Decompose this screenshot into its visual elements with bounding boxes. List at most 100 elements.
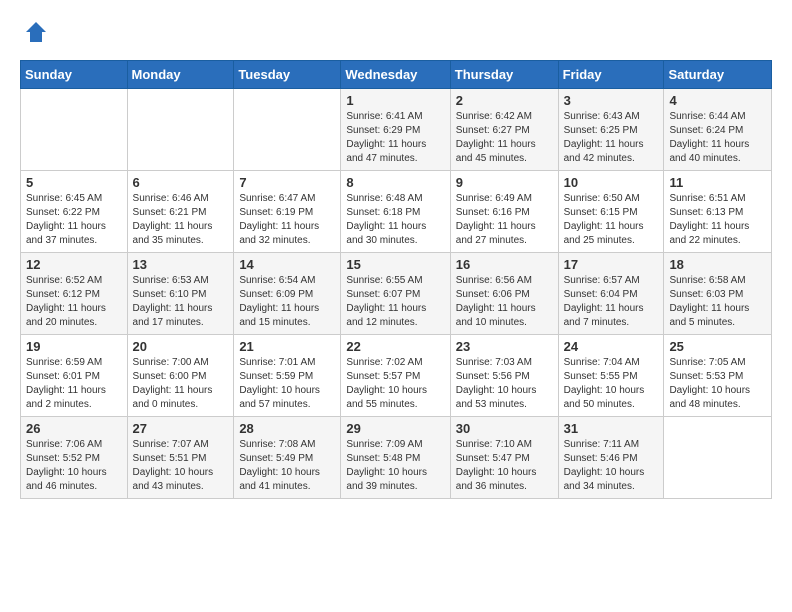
day-number: 14 — [239, 257, 335, 272]
day-info: Sunrise: 6:41 AM Sunset: 6:29 PM Dayligh… — [346, 110, 444, 166]
day-info: Sunrise: 7:09 AM Sunset: 5:48 PM Dayligh… — [346, 438, 444, 494]
day-number: 8 — [346, 175, 444, 190]
day-number: 1 — [346, 93, 444, 108]
calendar-cell: 19 Sunrise: 6:59 AM Sunset: 6:01 PM Dayli… — [21, 335, 128, 417]
calendar-cell — [234, 89, 341, 171]
day-number: 26 — [26, 421, 122, 436]
day-number: 28 — [239, 421, 335, 436]
calendar-cell: 8Sunrise: 6:48 AM Sunset: 6:18 PM Daylig… — [341, 171, 450, 253]
day-info: Sunrise: 6:44 AM Sunset: 6:24 PM Dayligh… — [669, 110, 766, 166]
day-number: 21 — [239, 339, 335, 354]
calendar-cell: 1 Sunrise: 6:41 AM Sunset: 6:29 PM Daylig… — [341, 89, 450, 171]
day-info: Sunrise: 6:55 AM Sunset: 6:07 PM Dayligh… — [346, 274, 444, 330]
day-number: 23 — [456, 339, 553, 354]
day-number: 20 — [133, 339, 229, 354]
logo — [20, 20, 48, 44]
calendar-cell: 29 Sunrise: 7:09 AM Sunset: 5:48 PM Dayli… — [341, 417, 450, 499]
day-number: 2 — [456, 93, 553, 108]
day-header-friday: Friday — [558, 61, 664, 89]
calendar-cell: 30 Sunrise: 7:10 AM Sunset: 5:47 PM Dayli… — [450, 417, 558, 499]
day-number: 17 — [564, 257, 659, 272]
calendar-cell: 13Sunrise: 6:53 AM Sunset: 6:10 PM Dayli… — [127, 253, 234, 335]
day-header-monday: Monday — [127, 61, 234, 89]
day-info: Sunrise: 6:53 AM Sunset: 6:10 PM Dayligh… — [133, 274, 229, 330]
calendar-cell: 7Sunrise: 6:47 AM Sunset: 6:19 PM Daylig… — [234, 171, 341, 253]
day-number: 15 — [346, 257, 444, 272]
day-info: Sunrise: 7:08 AM Sunset: 5:49 PM Dayligh… — [239, 438, 335, 494]
day-info: Sunrise: 6:49 AM Sunset: 6:16 PM Dayligh… — [456, 192, 553, 248]
calendar-cell: 5 Sunrise: 6:45 AM Sunset: 6:22 PM Daylig… — [21, 171, 128, 253]
day-info: Sunrise: 6:56 AM Sunset: 6:06 PM Dayligh… — [456, 274, 553, 330]
day-info: Sunrise: 7:01 AM Sunset: 5:59 PM Dayligh… — [239, 356, 335, 412]
day-header-thursday: Thursday — [450, 61, 558, 89]
calendar-cell — [127, 89, 234, 171]
day-info: Sunrise: 7:07 AM Sunset: 5:51 PM Dayligh… — [133, 438, 229, 494]
day-number: 11 — [669, 175, 766, 190]
day-info: Sunrise: 6:50 AM Sunset: 6:15 PM Dayligh… — [564, 192, 659, 248]
day-number: 31 — [564, 421, 659, 436]
calendar-cell — [664, 417, 772, 499]
calendar-cell: 14 Sunrise: 6:54 AM Sunset: 6:09 PM Dayli… — [234, 253, 341, 335]
calendar-cell: 12 Sunrise: 6:52 AM Sunset: 6:12 PM Dayli… — [21, 253, 128, 335]
day-number: 10 — [564, 175, 659, 190]
calendar-cell: 2 Sunrise: 6:42 AM Sunset: 6:27 PM Daylig… — [450, 89, 558, 171]
calendar-cell: 21 Sunrise: 7:01 AM Sunset: 5:59 PM Dayli… — [234, 335, 341, 417]
calendar-cell: 11 Sunrise: 6:51 AM Sunset: 6:13 PM Dayli… — [664, 171, 772, 253]
day-info: Sunrise: 7:05 AM Sunset: 5:53 PM Dayligh… — [669, 356, 766, 412]
calendar-cell: 28 Sunrise: 7:08 AM Sunset: 5:49 PM Dayli… — [234, 417, 341, 499]
calendar-cell: 3Sunrise: 6:43 AM Sunset: 6:25 PM Daylig… — [558, 89, 664, 171]
day-number: 24 — [564, 339, 659, 354]
calendar-cell: 24 Sunrise: 7:04 AM Sunset: 5:55 PM Dayli… — [558, 335, 664, 417]
day-info: Sunrise: 7:10 AM Sunset: 5:47 PM Dayligh… — [456, 438, 553, 494]
calendar-week-row: 19 Sunrise: 6:59 AM Sunset: 6:01 PM Dayli… — [21, 335, 772, 417]
calendar-cell: 22 Sunrise: 7:02 AM Sunset: 5:57 PM Dayli… — [341, 335, 450, 417]
day-info: Sunrise: 6:46 AM Sunset: 6:21 PM Dayligh… — [133, 192, 229, 248]
day-number: 9 — [456, 175, 553, 190]
calendar-cell: 23Sunrise: 7:03 AM Sunset: 5:56 PM Dayli… — [450, 335, 558, 417]
day-info: Sunrise: 6:52 AM Sunset: 6:12 PM Dayligh… — [26, 274, 122, 330]
calendar-table: SundayMondayTuesdayWednesdayThursdayFrid… — [20, 60, 772, 499]
day-number: 16 — [456, 257, 553, 272]
calendar-cell: 10 Sunrise: 6:50 AM Sunset: 6:15 PM Dayli… — [558, 171, 664, 253]
calendar-week-row: 26 Sunrise: 7:06 AM Sunset: 5:52 PM Dayli… — [21, 417, 772, 499]
page-header — [20, 20, 772, 44]
day-header-sunday: Sunday — [21, 61, 128, 89]
day-info: Sunrise: 7:06 AM Sunset: 5:52 PM Dayligh… — [26, 438, 122, 494]
day-info: Sunrise: 6:51 AM Sunset: 6:13 PM Dayligh… — [669, 192, 766, 248]
day-number: 30 — [456, 421, 553, 436]
calendar-cell: 17 Sunrise: 6:57 AM Sunset: 6:04 PM Dayli… — [558, 253, 664, 335]
day-info: Sunrise: 6:45 AM Sunset: 6:22 PM Dayligh… — [26, 192, 122, 248]
calendar-week-row: 12 Sunrise: 6:52 AM Sunset: 6:12 PM Dayli… — [21, 253, 772, 335]
day-number: 22 — [346, 339, 444, 354]
day-number: 27 — [133, 421, 229, 436]
day-number: 18 — [669, 257, 766, 272]
calendar-cell: 20 Sunrise: 7:00 AM Sunset: 6:00 PM Dayli… — [127, 335, 234, 417]
day-info: Sunrise: 7:04 AM Sunset: 5:55 PM Dayligh… — [564, 356, 659, 412]
calendar-cell: 6 Sunrise: 6:46 AM Sunset: 6:21 PM Daylig… — [127, 171, 234, 253]
day-header-wednesday: Wednesday — [341, 61, 450, 89]
day-header-saturday: Saturday — [664, 61, 772, 89]
calendar-cell: 26 Sunrise: 7:06 AM Sunset: 5:52 PM Dayli… — [21, 417, 128, 499]
day-number: 6 — [133, 175, 229, 190]
day-number: 19 — [26, 339, 122, 354]
day-number: 4 — [669, 93, 766, 108]
calendar-cell: 16 Sunrise: 6:56 AM Sunset: 6:06 PM Dayli… — [450, 253, 558, 335]
calendar-week-row: 1 Sunrise: 6:41 AM Sunset: 6:29 PM Daylig… — [21, 89, 772, 171]
day-number: 5 — [26, 175, 122, 190]
day-info: Sunrise: 6:59 AM Sunset: 6:01 PM Dayligh… — [26, 356, 122, 412]
day-info: Sunrise: 6:57 AM Sunset: 6:04 PM Dayligh… — [564, 274, 659, 330]
day-info: Sunrise: 6:58 AM Sunset: 6:03 PM Dayligh… — [669, 274, 766, 330]
calendar-cell: 4 Sunrise: 6:44 AM Sunset: 6:24 PM Daylig… — [664, 89, 772, 171]
day-number: 29 — [346, 421, 444, 436]
day-info: Sunrise: 6:54 AM Sunset: 6:09 PM Dayligh… — [239, 274, 335, 330]
day-number: 25 — [669, 339, 766, 354]
day-info: Sunrise: 6:43 AM Sunset: 6:25 PM Dayligh… — [564, 110, 659, 166]
day-info: Sunrise: 7:11 AM Sunset: 5:46 PM Dayligh… — [564, 438, 659, 494]
day-info: Sunrise: 7:02 AM Sunset: 5:57 PM Dayligh… — [346, 356, 444, 412]
calendar-cell: 9 Sunrise: 6:49 AM Sunset: 6:16 PM Daylig… — [450, 171, 558, 253]
day-header-tuesday: Tuesday — [234, 61, 341, 89]
day-number: 12 — [26, 257, 122, 272]
day-info: Sunrise: 7:00 AM Sunset: 6:00 PM Dayligh… — [133, 356, 229, 412]
day-info: Sunrise: 6:47 AM Sunset: 6:19 PM Dayligh… — [239, 192, 335, 248]
day-info: Sunrise: 6:42 AM Sunset: 6:27 PM Dayligh… — [456, 110, 553, 166]
